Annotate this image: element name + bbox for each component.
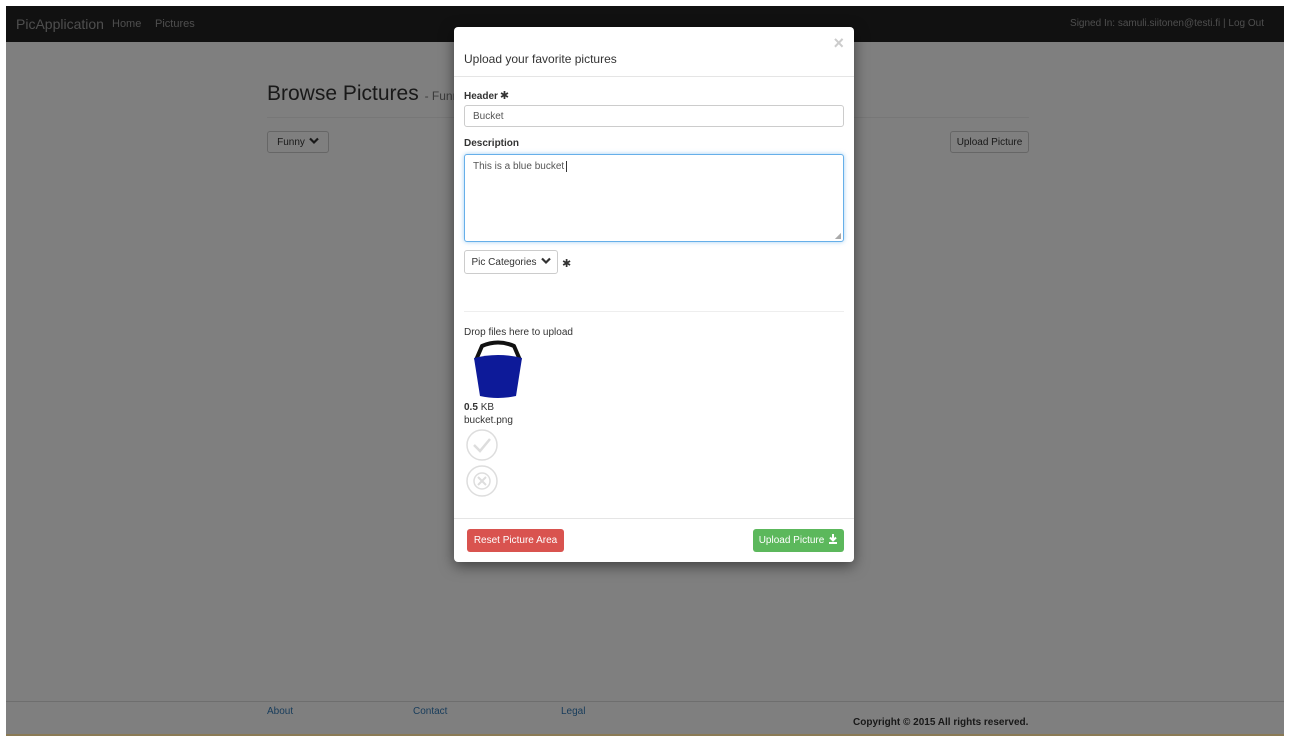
success-check-icon: [465, 428, 499, 462]
resize-grip-icon[interactable]: ◢: [835, 231, 841, 240]
text-cursor: [566, 161, 568, 172]
required-asterisk-icon: ✱: [562, 258, 572, 270]
dropzone-divider: [464, 311, 844, 312]
error-cross-icon: [465, 464, 499, 498]
upload-modal: Upload your favorite pictures × Header ✱ …: [454, 27, 854, 562]
file-size-value: 0.5: [464, 402, 478, 413]
file-size: 0.5 KB: [464, 402, 494, 413]
description-field-label: Description: [464, 138, 520, 149]
download-icon: [828, 534, 838, 547]
close-icon[interactable]: ×: [833, 33, 844, 54]
pic-categories-dropdown[interactable]: Pic Categories: [464, 250, 558, 274]
header-label-text: Header: [464, 91, 498, 102]
modal-footer-divider: [454, 518, 854, 519]
header-field-label: Header ✱: [464, 89, 509, 102]
bucket-thumbnail: [468, 340, 528, 402]
description-textarea[interactable]: This is a blue bucket ◢: [464, 154, 844, 242]
modal-title: Upload your favorite pictures: [464, 52, 617, 66]
description-text: This is a blue bucket: [473, 161, 565, 173]
pic-categories-label: Pic Categories: [471, 256, 537, 268]
file-name: bucket.png: [464, 415, 513, 426]
required-asterisk-icon: ✱: [499, 90, 510, 102]
upload-picture-submit-label: Upload Picture: [758, 535, 825, 546]
chevron-down-icon: [540, 257, 551, 268]
reset-picture-area-button[interactable]: Reset Picture Area: [467, 529, 564, 552]
dropzone-message[interactable]: Drop files here to upload: [464, 327, 573, 338]
modal-header-divider: [454, 76, 854, 77]
file-size-unit: KB: [480, 402, 495, 413]
header-input[interactable]: Bucket: [464, 105, 844, 127]
upload-picture-submit-button[interactable]: Upload Picture: [753, 529, 844, 552]
